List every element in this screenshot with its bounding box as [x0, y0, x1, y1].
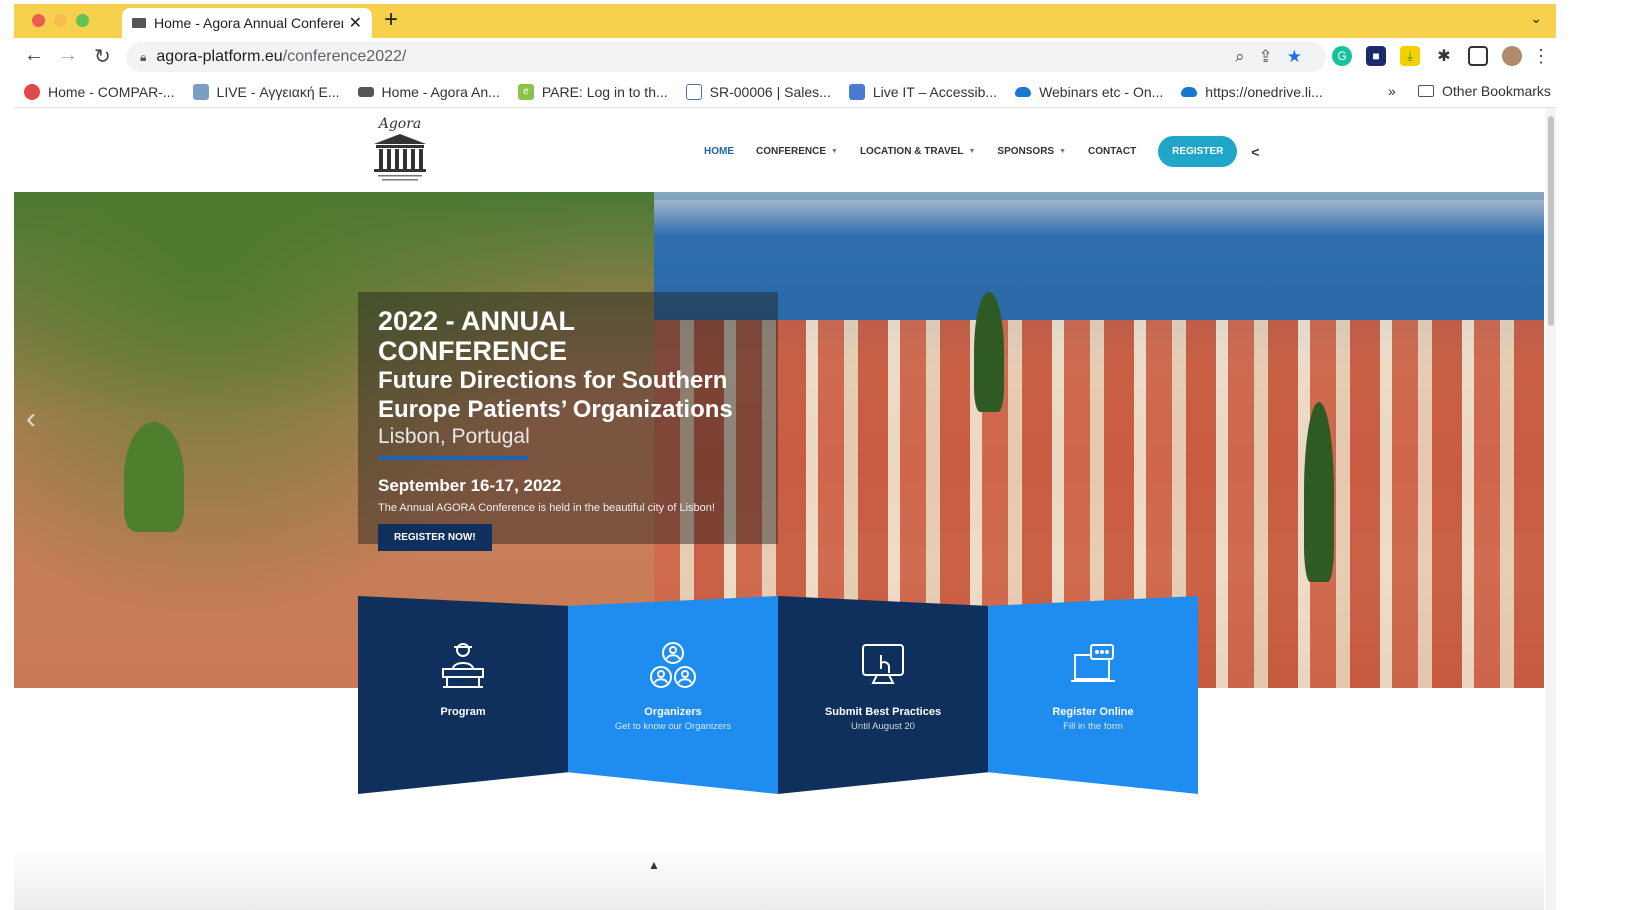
- leaf-icon: [192, 83, 209, 100]
- close-tab-icon[interactable]: ✕: [349, 13, 362, 33]
- close-window-button[interactable]: [32, 14, 45, 27]
- touch-screen-icon: [855, 640, 911, 692]
- feature-program[interactable]: Program: [358, 596, 568, 794]
- tree-decoration: [1304, 402, 1334, 582]
- sr-icon: [685, 83, 702, 100]
- zoom-icon[interactable]: ⌕: [1235, 47, 1245, 67]
- bookmark-item[interactable]: e PARE: Log in to th...: [517, 83, 668, 100]
- pare-icon: e: [517, 83, 534, 100]
- nav-contact[interactable]: CONTACT: [1088, 146, 1136, 157]
- site-logo[interactable]: Agora: [364, 116, 436, 188]
- share-icon[interactable]: <: [1251, 144, 1259, 160]
- onedrive-icon: [1015, 86, 1032, 97]
- bookmark-item[interactable]: SR-00006 | Sales...: [685, 83, 831, 100]
- bookmark-item[interactable]: LIVE - Αγγειακή Ε...: [192, 83, 340, 100]
- tab-title: Home - Agora Annual Conferen: [154, 15, 343, 31]
- hero-sea-image: [654, 200, 1544, 320]
- lock-icon[interactable]: 🔒︎: [140, 50, 146, 65]
- nav-location-travel[interactable]: LOCATION & TRAVEL ▼: [860, 146, 975, 157]
- browser-tab[interactable]: Home - Agora Annual Conferen ✕: [122, 8, 372, 38]
- new-tab-button[interactable]: +: [384, 6, 398, 34]
- page-scrollbar[interactable]: [1546, 108, 1556, 910]
- compar-icon: [24, 83, 40, 100]
- minimize-window-button[interactable]: [54, 14, 67, 27]
- temple-icon: [374, 134, 426, 181]
- chevron-down-icon: ▼: [831, 148, 838, 155]
- scrollbar-thumb[interactable]: [1548, 116, 1554, 326]
- hero-description: The Annual AGORA Conference is held in t…: [378, 502, 715, 514]
- nav-sponsors[interactable]: SPONSORS ▼: [997, 146, 1066, 157]
- bookmark-item[interactable]: Webinars etc - On...: [1015, 84, 1163, 100]
- tab-favicon-icon: [132, 18, 146, 28]
- address-bar[interactable]: 🔒︎ agora-platform.eu/conference2022/ ⌕ ⇪…: [126, 42, 1326, 72]
- reload-icon[interactable]: ↻: [94, 44, 111, 69]
- chevron-down-icon: ▼: [1059, 148, 1067, 155]
- browser-toolbar: ← → ↻ 🔒︎ agora-platform.eu/conference202…: [14, 38, 1556, 76]
- url-path: /conference2022/: [282, 48, 407, 65]
- site-header: Agora HOME CONFERENCE ▼ LOCATION & TRAVEL…: [14, 108, 1544, 192]
- forward-icon[interactable]: →: [58, 44, 78, 67]
- nav-home[interactable]: HOME: [704, 146, 734, 157]
- bookmark-item[interactable]: https://onedrive.li...: [1181, 84, 1323, 100]
- maximize-window-button[interactable]: [76, 14, 89, 27]
- bookmark-star-icon[interactable]: ★: [1287, 47, 1302, 67]
- chevron-down-icon: ▼: [968, 148, 976, 155]
- side-panel-icon[interactable]: [1468, 46, 1488, 66]
- hero-text-panel: 2022 - ANNUAL CONFERENCE Future Directio…: [358, 292, 778, 551]
- register-now-button[interactable]: REGISTER NOW!: [378, 524, 492, 551]
- title-divider: [378, 456, 528, 460]
- profile-avatar[interactable]: [1502, 46, 1522, 66]
- caret-up-icon: ▲: [648, 858, 660, 872]
- feature-register-online[interactable]: Register Online Fill in the form: [988, 596, 1198, 794]
- back-icon[interactable]: ←: [24, 44, 44, 67]
- agora-icon: [357, 86, 374, 97]
- section-divider: [14, 848, 1544, 910]
- bookmark-item[interactable]: Home - COMPAR-...: [24, 83, 175, 100]
- laptop-chat-icon: [1065, 640, 1121, 692]
- hero-subtitle-line2: Europe Patients’ Organizations: [378, 396, 733, 423]
- tree-decoration: [124, 422, 184, 532]
- liveit-icon: [848, 83, 865, 100]
- extension-icon[interactable]: ■: [1366, 46, 1386, 66]
- share-icon[interactable]: ⇪: [1259, 47, 1273, 67]
- download-extension-icon[interactable]: ⤓: [1400, 46, 1420, 66]
- lecturer-icon: [435, 640, 491, 692]
- grammarly-extension-icon[interactable]: G: [1332, 46, 1352, 66]
- hero-subtitle-line1: Future Directions for Southern: [378, 367, 728, 394]
- other-bookmarks[interactable]: Other Bookmarks: [1418, 83, 1551, 99]
- onedrive-icon: [1181, 86, 1198, 97]
- bookmarks-bar: Home - COMPAR-... LIVE - Αγγειακή Ε... H…: [14, 76, 1556, 108]
- web-page: Agora HOME CONFERENCE ▼ LOCATION & TRAVEL…: [14, 108, 1544, 910]
- feature-organizers[interactable]: Organizers Get to know our Organizers: [568, 596, 778, 794]
- tree-decoration: [974, 292, 1004, 412]
- bookmark-item[interactable]: Live IT – Accessib...: [848, 83, 997, 100]
- hero-title: 2022 - ANNUAL CONFERENCE: [378, 306, 575, 366]
- tab-search-icon[interactable]: ⌄: [1530, 10, 1542, 27]
- slider-prev-arrow-icon[interactable]: ‹: [26, 402, 36, 436]
- browser-tab-bar: Home - Agora Annual Conferen ✕ + ⌄: [14, 4, 1556, 38]
- hero-location: Lisbon, Portugal: [378, 425, 530, 448]
- bookmark-item[interactable]: Home - Agora An...: [357, 84, 500, 100]
- nav-conference[interactable]: CONFERENCE ▼: [756, 146, 838, 157]
- browser-menu-icon[interactable]: ⋮: [1532, 46, 1550, 67]
- folder-icon: [1418, 85, 1434, 97]
- register-button[interactable]: REGISTER: [1158, 136, 1238, 167]
- hero-date: September 16-17, 2022: [378, 476, 562, 495]
- extensions-puzzle-icon[interactable]: ✱: [1434, 46, 1454, 66]
- bookmarks-overflow-button[interactable]: »: [1388, 83, 1396, 99]
- people-icon: [645, 640, 701, 692]
- main-nav: HOME CONFERENCE ▼ LOCATION & TRAVEL ▼ SPON…: [704, 136, 1259, 167]
- feature-panels: Program Organizers Get to know our Organ…: [358, 596, 1198, 796]
- feature-submit-best-practices[interactable]: Submit Best Practices Until August 20: [778, 596, 988, 794]
- url-host: agora-platform.eu: [156, 48, 283, 65]
